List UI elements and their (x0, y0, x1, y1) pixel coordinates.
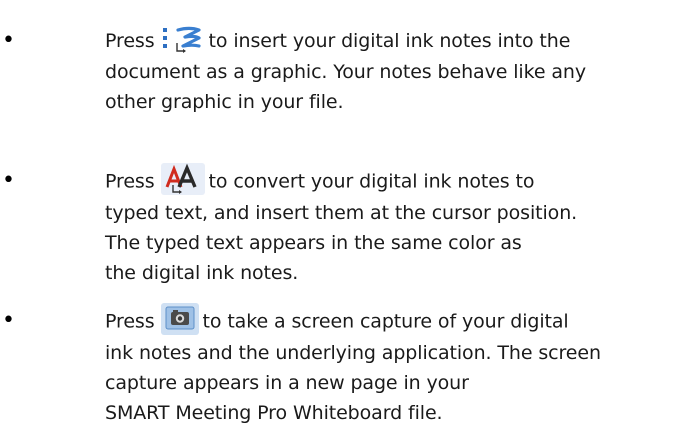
list-item-text: Press to insert your digital ink notes i… (105, 26, 693, 117)
bullet: • (2, 168, 15, 193)
item-line: SMART Meeting Pro Whiteboard file. (105, 402, 443, 424)
screen-capture-icon (160, 303, 199, 335)
convert-to-text-icon (160, 163, 205, 195)
press-label: Press (105, 170, 155, 193)
list-item-text: Press to take a screen capture of your d… (105, 303, 693, 428)
press-label: Press (105, 30, 155, 52)
item-first-line-text: to insert your digital ink notes into th… (208, 30, 571, 52)
bullet-list: • Press to insert your digital ink notes… (0, 0, 696, 437)
item-line: capture appears in a new page in your (105, 372, 469, 394)
ink-to-graphic-icon (161, 24, 205, 54)
item-first-line-text: to take a screen capture of your digital (202, 310, 569, 333)
list-item-text: Press to convert your digital ink notes … (105, 163, 693, 288)
item-line: the digital ink notes. (105, 262, 299, 284)
item-line: ink notes and the underlying application… (105, 342, 601, 364)
item-line: other graphic in your file. (105, 90, 344, 113)
item-line: document as a graphic. Your notes behave… (105, 60, 586, 83)
item-line: typed text, and insert them at the curso… (105, 202, 578, 224)
bullet: • (2, 28, 15, 53)
item-first-line-text: to convert your digital ink notes to (208, 170, 535, 193)
item-line: The typed text appears in the same color… (105, 232, 522, 254)
press-label: Press (105, 310, 155, 333)
bullet: • (2, 308, 15, 333)
